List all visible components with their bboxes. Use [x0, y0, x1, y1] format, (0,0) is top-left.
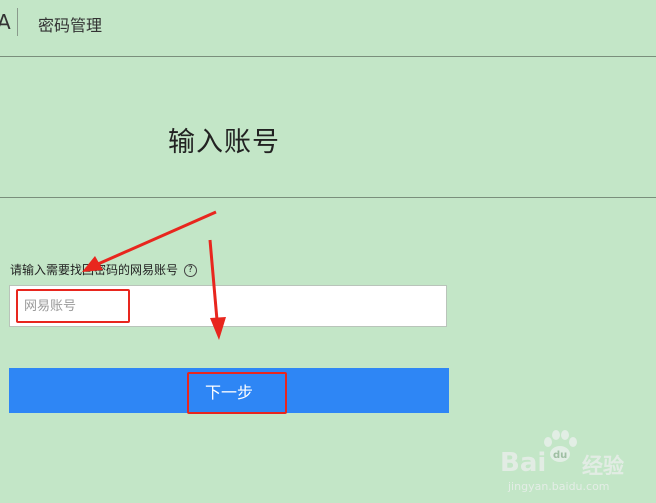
watermark-brand: Bai	[500, 448, 547, 478]
arrow-to-button-head	[210, 317, 226, 340]
baidu-jingyan-watermark: du Bai 经验 jingyan.baidu.com	[498, 428, 638, 498]
arrow-to-button-line	[208, 239, 219, 321]
watermark-brand-suffix: 经验	[582, 454, 624, 478]
svg-text:du: du	[553, 450, 567, 461]
watermark-url: jingyan.baidu.com	[508, 480, 610, 493]
arrow-to-input-line	[97, 210, 217, 266]
